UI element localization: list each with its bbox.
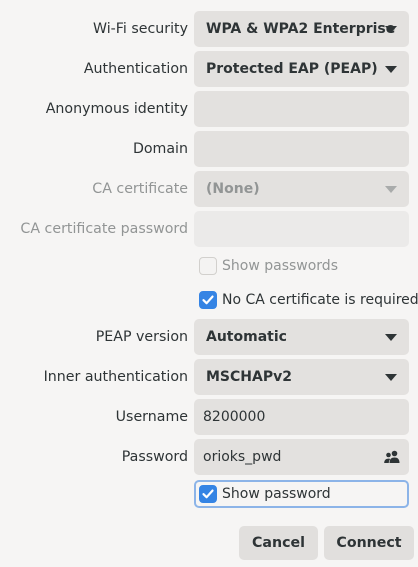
- pan-down-icon: [385, 334, 397, 341]
- pan-down-icon: [385, 26, 397, 33]
- show-password-checkbox[interactable]: Show password: [194, 480, 409, 508]
- show-password-label: Show password: [222, 486, 331, 502]
- domain-row: Domain: [0, 131, 418, 167]
- no-ca-required-checkbox[interactable]: No CA certificate is required: [194, 286, 418, 314]
- wifi-security-row: Wi-Fi security WPA & WPA2 Enterprise: [0, 11, 418, 47]
- username-value: 8200000: [203, 409, 266, 425]
- inner-authentication-label: Inner authentication: [43, 369, 188, 385]
- anonymous-identity-label: Anonymous identity: [45, 101, 188, 117]
- no-ca-required-label: No CA certificate is required: [222, 292, 418, 308]
- show-password-row: Show password: [0, 480, 418, 508]
- authentication-row: Authentication Protected EAP (PEAP): [0, 51, 418, 87]
- wifi-security-label: Wi-Fi security: [92, 21, 188, 37]
- peap-version-dropdown[interactable]: Automatic: [194, 319, 409, 355]
- connect-button[interactable]: Connect: [324, 526, 414, 560]
- ca-certificate-dropdown[interactable]: (None): [194, 171, 409, 207]
- ca-certificate-password-input[interactable]: [194, 211, 409, 247]
- anonymous-identity-input[interactable]: [194, 91, 409, 127]
- peap-version-label: PEAP version: [95, 329, 188, 345]
- peap-version-value: Automatic: [206, 329, 287, 345]
- check-icon: [199, 291, 217, 309]
- ca-certificate-value: (None): [206, 181, 260, 197]
- checkbox-unchecked-icon: [199, 257, 217, 275]
- password-label: Password: [121, 449, 188, 465]
- anonymous-identity-row: Anonymous identity: [0, 91, 418, 127]
- inner-authentication-row: Inner authentication MSCHAPv2: [0, 359, 418, 395]
- show-passwords-label: Show passwords: [222, 258, 338, 274]
- cancel-button[interactable]: Cancel: [239, 526, 318, 560]
- pan-down-icon: [385, 66, 397, 73]
- authentication-value: Protected EAP (PEAP): [206, 61, 378, 77]
- pan-down-icon: [385, 186, 397, 193]
- inner-authentication-dropdown[interactable]: MSCHAPv2: [194, 359, 409, 395]
- no-ca-required-row: No CA certificate is required: [0, 286, 418, 314]
- domain-label: Domain: [132, 141, 188, 157]
- wifi-security-value: WPA & WPA2 Enterprise: [206, 21, 396, 37]
- ca-certificate-password-row: CA certificate password: [0, 211, 418, 247]
- inner-authentication-value: MSCHAPv2: [206, 369, 292, 385]
- wifi-security-dialog: Wi-Fi security WPA & WPA2 Enterprise Aut…: [0, 0, 418, 567]
- wifi-security-dropdown[interactable]: WPA & WPA2 Enterprise: [194, 11, 409, 47]
- password-value: orioks_pwd: [203, 449, 282, 465]
- ca-certificate-label: CA certificate: [92, 181, 188, 197]
- check-icon: [199, 485, 217, 503]
- authentication-label: Authentication: [83, 61, 188, 77]
- username-label: Username: [115, 409, 188, 425]
- peap-version-row: PEAP version Automatic: [0, 319, 418, 355]
- pan-down-icon: [385, 374, 397, 381]
- ca-certificate-row: CA certificate (None): [0, 171, 418, 207]
- domain-input[interactable]: [194, 131, 409, 167]
- users-icon[interactable]: [383, 448, 401, 466]
- username-row: Username 8200000: [0, 399, 418, 435]
- password-input[interactable]: orioks_pwd: [194, 439, 409, 475]
- show-passwords-row: Show passwords: [0, 252, 418, 280]
- password-row: Password orioks_pwd: [0, 439, 418, 475]
- username-input[interactable]: 8200000: [194, 399, 409, 435]
- show-passwords-checkbox[interactable]: Show passwords: [194, 252, 409, 280]
- ca-certificate-password-label: CA certificate password: [20, 221, 188, 237]
- authentication-dropdown[interactable]: Protected EAP (PEAP): [194, 51, 409, 87]
